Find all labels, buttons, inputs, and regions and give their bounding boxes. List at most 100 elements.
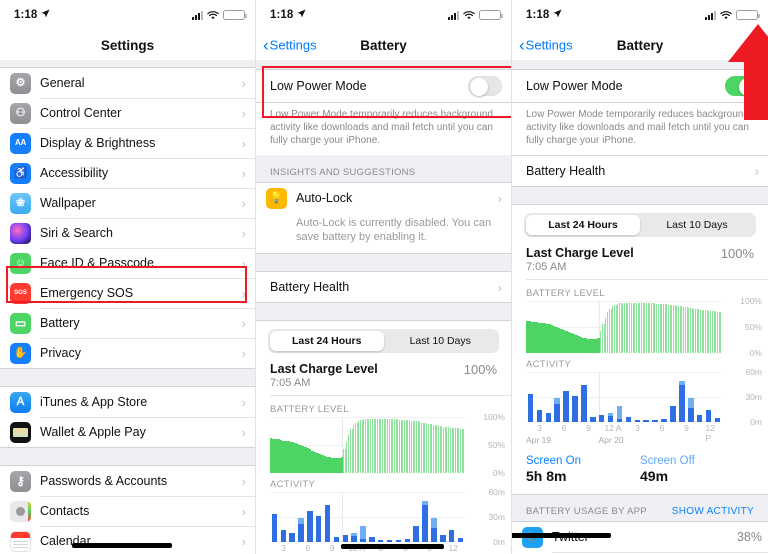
sidebar-item-display-brightness[interactable]: AA Display & Brightness ›	[0, 128, 255, 158]
row-label: Display & Brightness	[40, 136, 156, 150]
segment-last-24-hours[interactable]: Last 24 Hours	[270, 331, 384, 351]
activity-bar	[526, 372, 535, 422]
show-activity-button[interactable]: SHOW ACTIVITY	[672, 506, 754, 517]
row-label: Wallpaper	[40, 196, 96, 210]
x-tick-label: 12 P	[448, 543, 459, 554]
battery-level-y-axis: 100% 50% 0%	[740, 296, 762, 358]
segment-last-10-days[interactable]: Last 10 Days	[640, 215, 754, 235]
screen-on-value: 5h 8m	[526, 468, 567, 484]
activity-bar	[597, 372, 606, 422]
contacts-icon	[10, 500, 31, 522]
chevron-right-icon: ›	[241, 473, 246, 489]
calendar-icon	[10, 530, 31, 552]
sidebar-item-contacts[interactable]: Contacts ›	[0, 496, 255, 526]
aa-text-icon: AA	[10, 132, 31, 154]
settings-scroll-view[interactable]: ⚙ General › ⚇ Control Center › AA Displa…	[0, 60, 255, 554]
activity-bar	[305, 492, 314, 542]
activity-bar	[686, 372, 695, 422]
activity-x-axis: 36912 A36912 P	[526, 423, 722, 443]
sidebar-item-wallet-apple-pay[interactable]: Wallet & Apple Pay ›	[0, 417, 255, 447]
row-label: Contacts	[40, 504, 90, 518]
row-label: Battery	[40, 316, 80, 330]
sidebar-item-passwords-accounts[interactable]: ⚷ Passwords & Accounts ›	[0, 466, 255, 496]
gear-icon: ⚙	[10, 72, 31, 94]
battery-scroll-view[interactable]: Low Power Mode Low Power Mode temporaril…	[512, 60, 768, 554]
activity-chart: ACTIVITY 60m30m0m 36912 A36912 P Apr 19A…	[512, 353, 768, 447]
sidebar-item-privacy[interactable]: ✋ Privacy ›	[0, 338, 255, 368]
battery-level-chart: BATTERY LEVEL 100% 50% 0%	[256, 396, 511, 478]
location-arrow-icon	[553, 9, 562, 21]
navigation-bar: ‹ Settings Battery	[256, 30, 511, 60]
sidebar-item-itunes-app-store[interactable]: Ａ iTunes & App Store ›	[0, 387, 255, 417]
auto-lock-row[interactable]: 💡 Auto-Lock ›	[256, 183, 511, 213]
x-tick-label: 9	[684, 423, 689, 433]
face-id-icon: ☺	[10, 252, 31, 274]
sidebar-item-calendar[interactable]: Calendar ›	[0, 526, 255, 554]
time-range-segmented-control[interactable]: Last 24 Hours Last 10 Days	[256, 321, 511, 357]
battery-health-row[interactable]: Battery Health ›	[256, 272, 511, 302]
sidebar-item-siri-search[interactable]: Siri & Search ›	[0, 218, 255, 248]
chevron-right-icon: ›	[241, 195, 246, 211]
x-tick-label: 6	[561, 423, 567, 433]
time-range-segmented-control[interactable]: Last 24 Hours Last 10 Days	[512, 205, 768, 241]
battery-health-label: Battery Health	[526, 164, 606, 178]
low-power-mode-label: Low Power Mode	[526, 79, 623, 93]
activity-bar	[279, 492, 288, 542]
chevron-right-icon: ›	[241, 165, 246, 181]
row-label: Accessibility	[40, 166, 109, 180]
panel-battery-low-power-off: 1:18 ‹ Settings Battery Low Power Mode L…	[256, 0, 512, 554]
sidebar-item-accessibility[interactable]: ♿ Accessibility ›	[0, 158, 255, 188]
low-power-mode-row[interactable]: Low Power Mode	[256, 70, 511, 102]
hand-privacy-icon: ✋	[10, 342, 31, 364]
activity-chart: ACTIVITY 60m30m0m 36912 A36912 P Apr 19A…	[256, 473, 511, 554]
sidebar-item-control-center[interactable]: ⚇ Control Center ›	[0, 98, 255, 128]
activity-y-axis: 60m 30m 0m	[488, 487, 505, 547]
sidebar-item-wallpaper[interactable]: ❀ Wallpaper ›	[0, 188, 255, 218]
wifi-icon	[463, 10, 475, 20]
last-charge-time: 7:05 AM	[526, 261, 567, 273]
chevron-right-icon: ›	[241, 255, 246, 271]
screen-off-block: Screen Off 49m	[640, 455, 754, 484]
location-arrow-icon	[41, 9, 50, 21]
low-power-mode-toggle[interactable]	[468, 76, 502, 96]
segment-last-24-hours[interactable]: Last 24 Hours	[526, 215, 640, 235]
last-charge-title: Last Charge Level	[270, 362, 378, 376]
back-button[interactable]: ‹ Settings	[263, 37, 317, 54]
settings-group-2: Ａ iTunes & App Store › Wallet & Apple Pa…	[0, 386, 255, 448]
battery-level-chart: BATTERY LEVEL 100% 50% 0%	[512, 280, 768, 358]
chevron-right-icon: ›	[241, 533, 246, 549]
segment-last-10-days[interactable]: Last 10 Days	[384, 331, 498, 351]
battery-health-group: Battery Health ›	[512, 155, 768, 187]
activity-bar	[704, 372, 713, 422]
battery-health-row[interactable]: Battery Health ›	[512, 156, 768, 186]
activity-bar	[429, 492, 438, 542]
x-tick-label: 12 A	[604, 423, 622, 433]
siri-orb-icon	[10, 222, 31, 244]
activity-bar	[633, 372, 642, 422]
activity-bar	[447, 492, 456, 542]
activity-bar	[615, 372, 624, 422]
wallet-icon	[10, 421, 31, 443]
activity-bar	[332, 492, 341, 542]
row-label: Siri & Search	[40, 226, 113, 240]
back-button[interactable]: ‹ Settings	[519, 37, 573, 54]
activity-bar	[350, 492, 359, 542]
sliders-icon: ⚇	[10, 102, 31, 124]
chevron-right-icon: ›	[497, 190, 502, 206]
battery-usage-by-app-header: BATTERY USAGE BY APP SHOW ACTIVITY	[512, 495, 768, 521]
last-charge-percent: 100%	[463, 362, 497, 377]
sidebar-item-emergency-sos[interactable]: SOS Emergency SOS ›	[0, 278, 255, 308]
activity-bar	[544, 372, 553, 422]
back-button-label: Settings	[525, 37, 573, 53]
activity-bar	[624, 372, 633, 422]
sidebar-item-face-id-passcode[interactable]: ☺ Face ID & Passcode ›	[0, 248, 255, 278]
battery-health-label: Battery Health	[270, 280, 350, 294]
battery-level-header: BATTERY LEVEL	[526, 288, 605, 299]
sidebar-item-general[interactable]: ⚙ General ›	[0, 68, 255, 98]
sidebar-item-battery[interactable]: ▭ Battery ›	[0, 308, 255, 338]
battery-scroll-view[interactable]: Low Power Mode Low Power Mode temporaril…	[256, 60, 511, 554]
page-title: Battery	[360, 37, 407, 53]
activity-bar	[562, 372, 571, 422]
wifi-icon	[720, 10, 732, 20]
sos-icon: SOS	[10, 282, 31, 304]
